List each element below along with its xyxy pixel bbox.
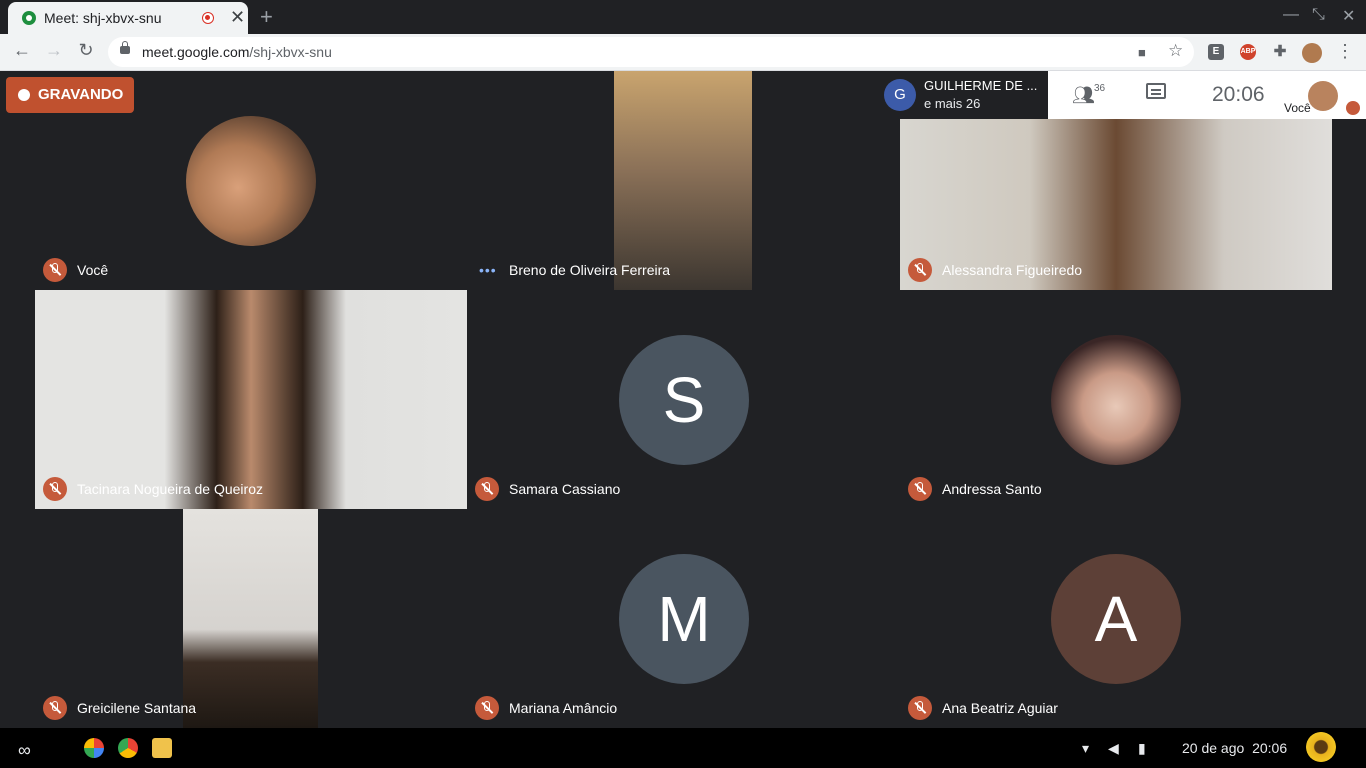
participant-tile[interactable]: Tacinara Nogueira de Queiroz <box>35 290 467 509</box>
participant-tile[interactable]: A Ana Beatriz Aguiar <box>900 509 1332 728</box>
presenter-avatar: G <box>884 79 916 111</box>
participant-tile[interactable]: S Samara Cassiano <box>467 290 900 509</box>
self-avatar[interactable] <box>1308 81 1338 111</box>
browser-tab[interactable]: Meet: shj-xbvx-snu ✕ <box>8 2 248 34</box>
participant-avatar <box>1051 335 1181 465</box>
os-taskbar: ∞ ▾ ◀︎ ▮ 20 de ago 20:06 <box>0 728 1366 768</box>
taskbar-date: 20 de ago <box>1182 740 1245 756</box>
profile-avatar[interactable] <box>1302 43 1322 63</box>
volume-icon[interactable]: ◀︎ <box>1108 740 1119 757</box>
tab-strip: Meet: shj-xbvx-snu ✕ + — ⤡ ✕ <box>0 0 1366 34</box>
speaking-indicator-icon: ••• <box>479 262 497 278</box>
mic-off-icon <box>43 696 67 720</box>
bookmark-star-icon[interactable]: ☆ <box>1168 41 1183 61</box>
add-app-icon[interactable] <box>84 738 104 758</box>
participant-name: Mariana Amâncio <box>509 700 618 716</box>
presenter-others: e mais 26 <box>924 96 981 111</box>
camera-icon[interactable]: ■ <box>1138 45 1146 60</box>
self-label: Você <box>1284 101 1311 115</box>
self-mic-off-icon <box>1346 101 1360 115</box>
participant-avatar <box>186 116 316 246</box>
participant-video <box>183 509 318 728</box>
new-tab-button[interactable]: + <box>260 4 273 30</box>
participant-tile[interactable]: Andressa Santo <box>900 290 1332 509</box>
people-icon[interactable]: 👥︎ <box>1072 85 1095 106</box>
chat-icon[interactable] <box>1146 83 1166 99</box>
participant-name: Você <box>77 262 109 278</box>
meeting-clock: 20:06 <box>1212 83 1265 106</box>
chrome-icon[interactable] <box>118 738 138 758</box>
browser-menu-icon[interactable]: ⋮ <box>1336 41 1354 62</box>
participant-name: Greicilene Santana <box>77 700 197 716</box>
mic-off-icon <box>475 696 499 720</box>
participant-avatar: M <box>619 554 749 684</box>
restore-icon[interactable]: ⤡ <box>1312 6 1325 24</box>
wifi-icon[interactable]: ▾ <box>1082 740 1089 757</box>
sunflower-icon[interactable] <box>1306 732 1336 762</box>
participant-name: Samara Cassiano <box>509 481 621 497</box>
reload-icon[interactable]: ↻ <box>74 40 98 61</box>
mic-off-icon <box>908 258 932 282</box>
participant-avatar: A <box>1051 554 1181 684</box>
close-window-icon[interactable]: ✕ <box>1342 6 1355 26</box>
extension-e-icon[interactable]: E <box>1208 44 1224 60</box>
participant-name: Ana Beatriz Aguiar <box>942 700 1058 716</box>
participant-name: Breno de Oliveira Ferreira <box>509 262 671 278</box>
meet-favicon-icon <box>22 11 36 25</box>
participant-tile[interactable]: ••• Breno de Oliveira Ferreira <box>467 71 900 290</box>
participant-name: Andressa Santo <box>942 481 1042 497</box>
participant-name: Tacinara Nogueira de Queiroz <box>77 481 263 497</box>
mic-off-icon <box>475 477 499 501</box>
presenter-name: GUILHERME DE ... <box>924 78 1038 93</box>
tab-title: Meet: shj-xbvx-snu <box>44 10 162 26</box>
tab-close-icon[interactable]: ✕ <box>230 8 245 26</box>
mic-off-icon <box>43 258 67 282</box>
recording-badge: GRAVANDO <box>6 77 134 113</box>
taskbar-time: 20:06 <box>1252 740 1288 756</box>
mic-off-icon <box>908 696 932 720</box>
recording-dot-icon <box>18 89 30 101</box>
participant-video <box>35 290 467 509</box>
mic-off-icon <box>908 477 932 501</box>
forward-icon[interactable]: → <box>42 40 66 61</box>
recording-indicator-icon <box>202 12 214 24</box>
adblock-icon[interactable]: ABP <box>1240 44 1256 60</box>
minimize-icon[interactable]: — <box>1283 6 1299 24</box>
presenter-info[interactable]: G GUILHERME DE ... e mais 26 <box>876 71 1048 119</box>
extensions-puzzle-icon[interactable]: ✚ <box>1272 44 1288 60</box>
participant-tile[interactable]: Greicilene Santana <box>35 509 467 728</box>
files-icon[interactable] <box>152 738 172 758</box>
recording-label: GRAVANDO <box>38 86 124 103</box>
participant-name: Alessandra Figueiredo <box>942 262 1083 278</box>
back-icon[interactable]: ← <box>10 40 34 61</box>
browser-toolbar: ← → ↻ meet.google.com/shj-xbvx-snu ■ ☆ E… <box>0 34 1366 71</box>
launcher-icon[interactable]: ∞ <box>18 740 31 761</box>
battery-icon[interactable]: ▮ <box>1138 740 1146 757</box>
meeting-info-bar: 👥︎ 36 20:06 Você <box>1048 71 1366 119</box>
lock-icon <box>120 41 130 54</box>
address-bar[interactable]: meet.google.com/shj-xbvx-snu ■ ☆ <box>108 37 1194 67</box>
participant-count: 36 <box>1094 83 1106 94</box>
url-text: meet.google.com/shj-xbvx-snu <box>142 44 332 60</box>
participant-tile[interactable]: M Mariana Amâncio <box>467 509 900 728</box>
meet-grid: Você ••• Breno de Oliveira Ferreira Ales… <box>0 71 1366 728</box>
taskbar-datetime[interactable]: 20 de ago 20:06 <box>1182 740 1287 756</box>
mic-off-icon <box>43 477 67 501</box>
participant-avatar: S <box>619 335 749 465</box>
participant-video <box>614 71 752 290</box>
url-host: meet.google.com <box>142 44 250 60</box>
url-path: /shj-xbvx-snu <box>249 44 332 60</box>
